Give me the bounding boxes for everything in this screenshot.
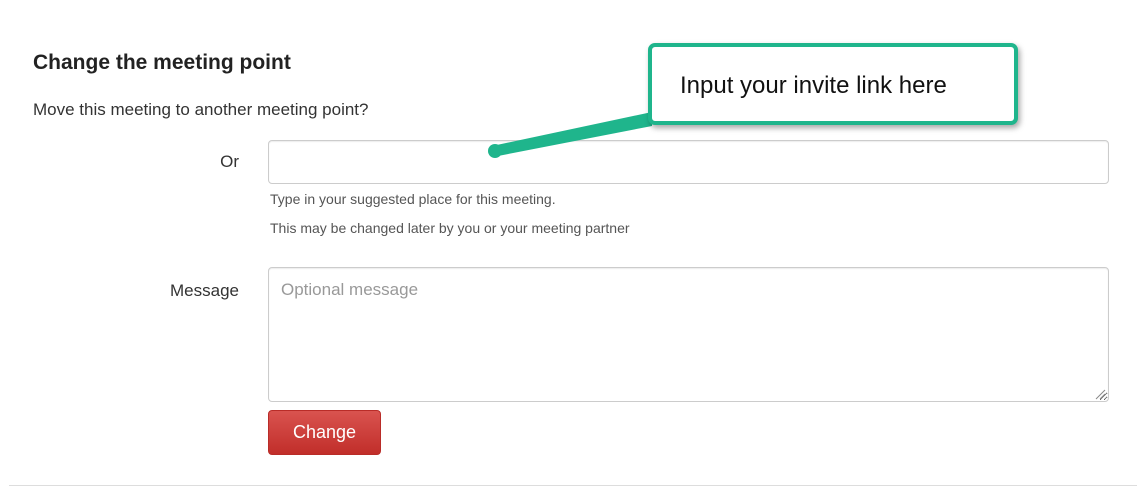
page-title: Change the meeting point	[33, 51, 291, 74]
change-button[interactable]: Change	[268, 410, 381, 455]
message-label: Message	[170, 281, 239, 300]
meeting-place-input[interactable]	[268, 140, 1109, 184]
form-subtitle: Move this meeting to another meeting poi…	[33, 100, 369, 119]
place-help-note: This may be changed later by you or your…	[270, 220, 630, 236]
page: Change the meeting point Move this meeti…	[0, 0, 1143, 495]
or-label: Or	[220, 152, 239, 171]
place-help-text: Type in your suggested place for this me…	[270, 191, 556, 207]
callout-text: Input your invite link here	[680, 72, 947, 99]
message-textarea[interactable]	[268, 267, 1109, 402]
callout-box: Input your invite link here	[648, 43, 1018, 125]
